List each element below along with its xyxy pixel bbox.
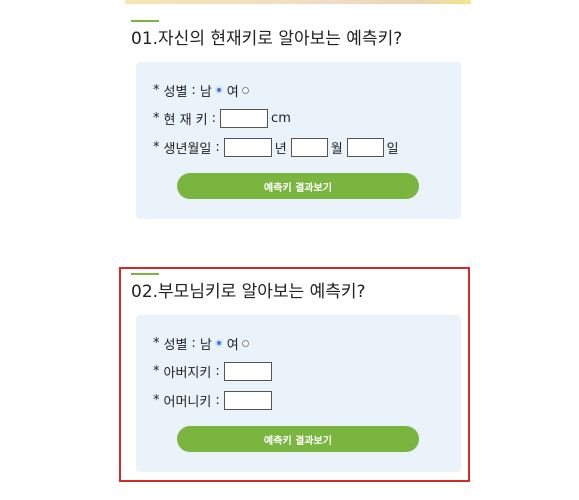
bullet: * bbox=[153, 110, 160, 126]
radio-selected-icon[interactable] bbox=[214, 86, 223, 94]
gender-label: 성별 bbox=[163, 84, 188, 100]
height-input[interactable] bbox=[220, 108, 269, 128]
birth-year-input[interactable] bbox=[223, 137, 272, 157]
bullet: * bbox=[153, 139, 160, 155]
title-accent-bar bbox=[131, 20, 159, 22]
gender-row: * 성별 : 남 여 bbox=[153, 333, 253, 353]
colon: : bbox=[215, 139, 220, 155]
mother-height-input[interactable] bbox=[223, 390, 272, 410]
birthdate-row: * 생년월일 : 년 월 일 bbox=[153, 137, 403, 157]
mother-height-label: 어머니키 bbox=[163, 394, 212, 410]
day-unit: 일 bbox=[386, 141, 399, 157]
female-option-label: 여 bbox=[226, 337, 239, 353]
birthdate-label: 생년월일 bbox=[163, 141, 212, 157]
height-unit: cm bbox=[271, 110, 291, 126]
form-panel: * 성별 : 남 여 * 현 재 키 : cm * 생년월일 : 년 월 일 예… bbox=[136, 62, 461, 219]
father-height-row: * 아버지키 : bbox=[153, 361, 275, 381]
mother-height-row: * 어머니키 : bbox=[153, 390, 275, 410]
radio-selected-icon[interactable] bbox=[214, 339, 223, 347]
year-unit: 년 bbox=[274, 141, 287, 157]
birth-month-input[interactable] bbox=[290, 137, 328, 157]
height-row: * 현 재 키 : cm bbox=[153, 108, 295, 128]
colon: : bbox=[191, 335, 196, 351]
predict-result-button[interactable]: 예측키 결과보기 bbox=[177, 426, 419, 452]
female-option-label: 여 bbox=[226, 84, 239, 100]
month-unit: 월 bbox=[330, 141, 343, 157]
top-banner-image bbox=[125, 0, 471, 4]
predict-result-button[interactable]: 예측키 결과보기 bbox=[177, 173, 419, 199]
title-accent-bar bbox=[131, 273, 159, 275]
colon: : bbox=[191, 82, 196, 98]
bullet: * bbox=[153, 363, 160, 379]
height-label: 현 재 키 bbox=[163, 112, 208, 128]
male-option-label: 남 bbox=[199, 84, 212, 100]
colon: : bbox=[215, 392, 220, 408]
colon: : bbox=[211, 110, 217, 126]
bullet: * bbox=[153, 392, 160, 408]
section-title: 02.부모님키로 알아보는 예측키? bbox=[131, 282, 366, 302]
gender-label: 성별 bbox=[163, 337, 188, 353]
male-option-label: 남 bbox=[199, 337, 212, 353]
radio-unselected-icon[interactable] bbox=[241, 86, 249, 94]
bullet: * bbox=[153, 82, 160, 98]
father-height-label: 아버지키 bbox=[163, 365, 212, 381]
section-title: 01.자신의 현재키로 알아보는 예측키? bbox=[131, 29, 403, 49]
birth-day-input[interactable] bbox=[346, 137, 384, 157]
radio-unselected-icon[interactable] bbox=[241, 339, 249, 347]
father-height-input[interactable] bbox=[223, 361, 272, 381]
form-panel: * 성별 : 남 여 * 아버지키 : * 어머니키 : 예측키 결과보기 bbox=[136, 315, 461, 472]
colon: : bbox=[215, 363, 220, 379]
bullet: * bbox=[153, 335, 160, 351]
gender-row: * 성별 : 남 여 bbox=[153, 80, 253, 100]
